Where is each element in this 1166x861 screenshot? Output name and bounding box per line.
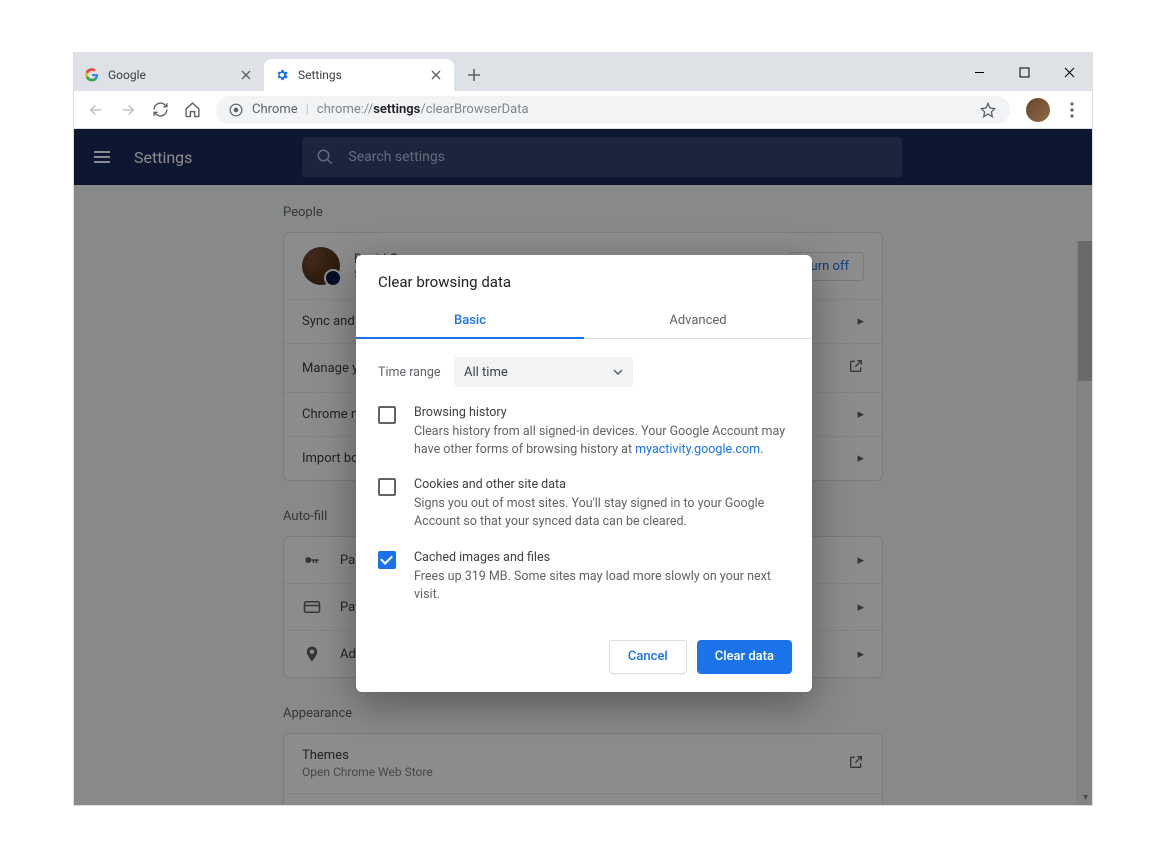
minimize-button[interactable] [957,57,1002,87]
tab-basic[interactable]: Basic [356,301,584,338]
new-tab-button[interactable] [460,61,488,89]
address-bar[interactable]: Chrome | chrome://settings/clearBrowserD… [216,96,1010,124]
bookmark-star-icon[interactable] [978,100,998,120]
close-icon[interactable] [238,67,254,83]
myactivity-link[interactable]: myactivity.google.com [635,442,760,457]
checkbox-history[interactable] [378,406,396,424]
option-browsing-history[interactable]: Browsing history Clears history from all… [378,405,790,459]
back-button[interactable] [82,96,110,124]
menu-button[interactable] [1060,98,1084,122]
omnibox-separator: | [306,102,309,117]
dialog-tabs: Basic Advanced [356,301,812,339]
checkbox-cache[interactable] [378,551,396,569]
time-range-value: All time [464,365,508,380]
chevron-down-icon [613,369,623,375]
settings-favicon-icon [274,67,290,83]
clear-data-button[interactable]: Clear data [697,640,792,674]
cookies-desc: Signs you out of most sites. You'll stay… [414,495,790,531]
reload-button[interactable] [146,96,174,124]
tab-advanced[interactable]: Advanced [584,301,812,338]
profile-avatar[interactable] [1026,98,1050,122]
option-cache[interactable]: Cached images and files Frees up 319 MB.… [378,550,790,604]
url-text: chrome://settings/clearBrowserData [317,102,529,117]
tab-settings[interactable]: Settings [264,59,454,91]
dialog-title: Clear browsing data [356,255,812,301]
content-area: Settings Search settings ▾ People [74,129,1092,805]
history-desc: Clears history from all signed-in device… [414,423,790,459]
cookies-title: Cookies and other site data [414,477,790,492]
secure-label: Chrome [252,102,298,117]
chrome-secure-icon [228,102,244,118]
cancel-button[interactable]: Cancel [609,640,687,674]
forward-button[interactable] [114,96,142,124]
maximize-button[interactable] [1002,57,1047,87]
tab-google-title: Google [108,68,238,82]
option-cookies[interactable]: Cookies and other site data Signs you ou… [378,477,790,531]
checkbox-cookies[interactable] [378,478,396,496]
tab-google[interactable]: Google [74,59,264,91]
window-close-button[interactable] [1047,57,1092,87]
window-controls [957,53,1092,91]
home-button[interactable] [178,96,206,124]
browser-window: Google Settings [73,52,1093,806]
cache-desc: Frees up 319 MB. Some sites may load mor… [414,568,790,604]
clear-browsing-data-dialog: Clear browsing data Basic Advanced Time … [356,255,812,692]
toolbar: Chrome | chrome://settings/clearBrowserD… [74,91,1092,129]
close-icon[interactable] [428,67,444,83]
time-range-label: Time range [378,365,454,380]
tab-strip: Google Settings [74,53,1092,91]
tab-settings-title: Settings [298,68,428,82]
history-title: Browsing history [414,405,790,420]
cache-title: Cached images and files [414,550,790,565]
time-range-select[interactable]: All time [454,357,633,387]
google-favicon-icon [84,67,100,83]
